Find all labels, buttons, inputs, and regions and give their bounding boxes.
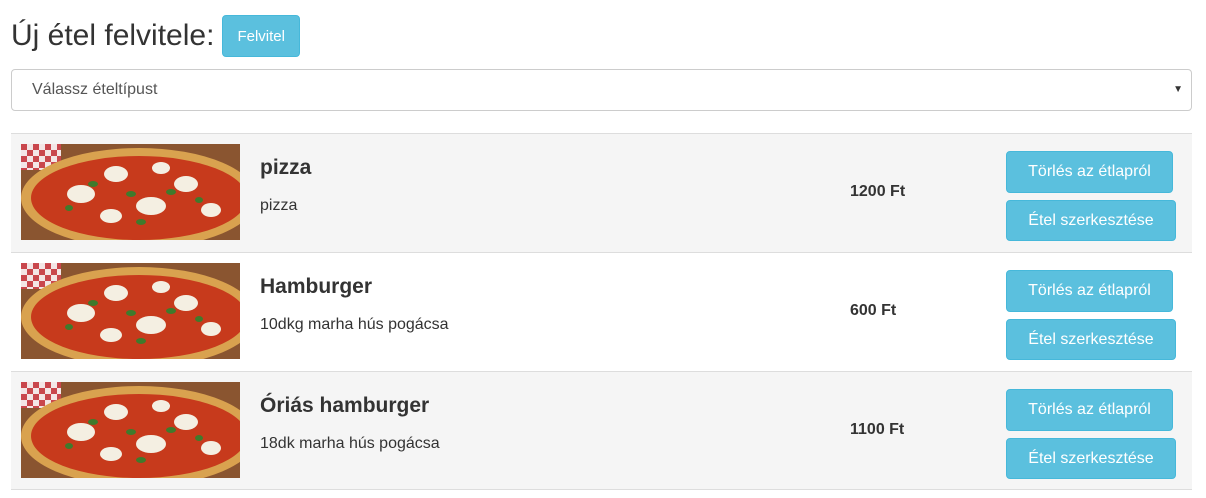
page-title: Új étel felvitele: [11,19,215,52]
food-description: 18dk marha hús pogácsa [260,435,440,452]
delete-from-menu-button[interactable]: Törlés az étlapról [1006,151,1173,193]
food-name: Hamburger [260,275,373,298]
food-type-select[interactable]: Válassz ételtípust ▼ [11,69,1192,111]
food-name: pizza [260,156,312,179]
caret-down-icon: ▼ [1173,84,1183,95]
add-food-button[interactable]: Felvitel [222,15,300,57]
edit-food-button[interactable]: Étel szerkesztése [1006,200,1176,241]
food-image [21,382,240,478]
food-price: 1100 Ft [850,421,905,438]
page-header: Új étel felvitele: Felvitel [11,14,300,58]
food-description: 10dkg marha hús pogácsa [260,316,449,333]
food-price: 1200 Ft [850,183,906,200]
food-image [21,144,240,240]
food-name: Óriás hamburger [260,394,430,417]
food-list: pizza pizza 1200 Ft Törlés az étlapról É… [11,133,1192,490]
food-row: pizza pizza 1200 Ft Törlés az étlapról É… [11,133,1192,252]
food-type-select-value: Válassz ételtípust [32,81,158,98]
food-description: pizza [260,197,298,214]
delete-from-menu-button[interactable]: Törlés az étlapról [1006,389,1173,431]
edit-food-button[interactable]: Étel szerkesztése [1006,438,1176,479]
delete-from-menu-button[interactable]: Törlés az étlapról [1006,270,1173,312]
food-row: Óriás hamburger 18dk marha hús pogácsa 1… [11,371,1192,490]
food-row: Hamburger 10dkg marha hús pogácsa 600 Ft… [11,252,1192,371]
edit-food-button[interactable]: Étel szerkesztése [1006,319,1176,360]
food-price: 600 Ft [850,302,897,319]
food-image [21,263,240,359]
